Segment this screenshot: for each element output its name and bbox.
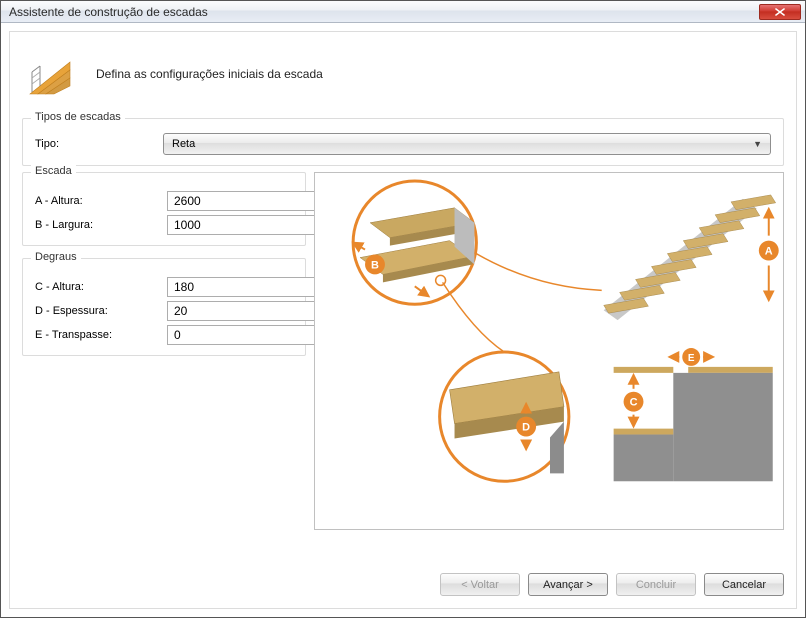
input-a-altura[interactable] <box>167 191 336 211</box>
group-title-escada: Escada <box>31 165 76 177</box>
label-a-altura: A - Altura: <box>35 195 159 207</box>
wizard-header: Defina as configurações iniciais da esca… <box>22 44 784 118</box>
input-b-largura[interactable] <box>167 215 336 235</box>
wizard-content: Defina as configurações iniciais da esca… <box>9 31 797 609</box>
chevron-down-icon: ▼ <box>753 139 762 149</box>
wizard-button-bar: < Voltar Avançar > Concluir Cancelar <box>440 573 784 596</box>
cancel-button[interactable]: Cancelar <box>704 573 784 596</box>
stair-wizard-icon <box>26 50 74 98</box>
params-column: Escada A - Altura: B - Largura: Degraus … <box>22 172 306 530</box>
group-degraus: Degraus C - Altura: D - Espessura: E - T… <box>22 258 306 356</box>
diagram-marker-e: E <box>688 353 695 364</box>
input-d-espessura[interactable] <box>167 301 336 321</box>
close-icon <box>775 8 785 16</box>
stair-type-value: Reta <box>172 138 195 150</box>
label-c-altura: C - Altura: <box>35 281 159 293</box>
diagram-marker-d: D <box>522 422 530 434</box>
wizard-window: Assistente de construção de escadas <box>0 0 806 618</box>
back-button: < Voltar <box>440 573 520 596</box>
group-stair-types: Tipos de escadas Tipo: Reta ▼ <box>22 118 784 166</box>
stair-type-select[interactable]: Reta ▼ <box>163 133 771 155</box>
input-e-transpasse[interactable] <box>167 325 336 345</box>
window-title: Assistente de construção de escadas <box>9 5 208 19</box>
next-button[interactable]: Avançar > <box>528 573 608 596</box>
group-title-types: Tipos de escadas <box>31 111 125 123</box>
close-button[interactable] <box>759 4 801 20</box>
type-label: Tipo: <box>35 138 155 150</box>
stair-diagram: B <box>314 172 784 530</box>
input-c-altura[interactable] <box>167 277 336 297</box>
group-escada: Escada A - Altura: B - Largura: <box>22 172 306 246</box>
group-title-degraus: Degraus <box>31 251 81 263</box>
diagram-marker-c: C <box>630 397 638 409</box>
label-d-espessura: D - Espessura: <box>35 305 159 317</box>
finish-button: Concluir <box>616 573 696 596</box>
diagram-marker-b: B <box>371 259 379 271</box>
label-e-transpasse: E - Transpasse: <box>35 329 159 341</box>
lower-area: Escada A - Altura: B - Largura: Degraus … <box>22 172 784 530</box>
diagram-marker-a: A <box>765 246 773 258</box>
titlebar: Assistente de construção de escadas <box>1 1 805 23</box>
label-b-largura: B - Largura: <box>35 219 159 231</box>
wizard-subtitle: Defina as configurações iniciais da esca… <box>96 67 323 81</box>
